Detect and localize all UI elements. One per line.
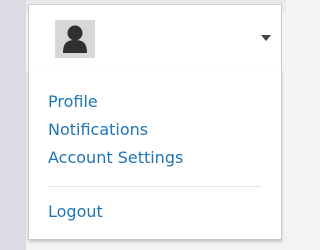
user-dropdown-menu: Profile Notifications Account Settings L… <box>28 70 282 240</box>
logout-menu-item[interactable]: Logout <box>48 202 103 222</box>
menu-divider <box>48 186 262 187</box>
account-settings-menu-item[interactable]: Account Settings <box>48 148 183 168</box>
left-sidebar-strip <box>0 0 26 250</box>
chevron-down-icon[interactable] <box>261 35 271 41</box>
profile-menu-item[interactable]: Profile <box>48 92 98 112</box>
notifications-menu-item[interactable]: Notifications <box>48 120 148 140</box>
user-icon[interactable] <box>55 20 95 58</box>
user-menu-trigger[interactable] <box>28 4 282 70</box>
